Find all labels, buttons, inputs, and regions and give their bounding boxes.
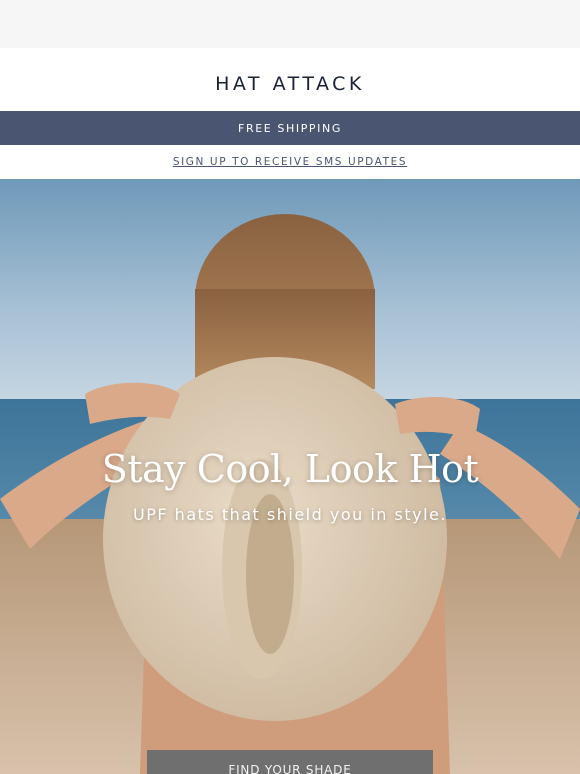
brand-logo[interactable]: HAT ATTACK bbox=[215, 65, 365, 95]
hero-subtitle: UPF hats that shield you in style. bbox=[133, 505, 447, 524]
hero-section[interactable]: Stay Cool, Look Hot UPF hats that shield… bbox=[0, 179, 580, 774]
free-shipping-banner: FREE SHIPPING bbox=[0, 111, 580, 145]
sms-signup-link[interactable]: SIGN UP TO RECEIVE SMS UPDATES bbox=[173, 156, 407, 168]
find-your-shade-button[interactable]: FIND YOUR SHADE bbox=[147, 750, 433, 774]
hero-title: Stay Cool, Look Hot bbox=[101, 447, 479, 491]
top-spacer bbox=[0, 0, 580, 48]
sms-signup-bar: SIGN UP TO RECEIVE SMS UPDATES bbox=[0, 145, 580, 179]
email-header: HAT ATTACK bbox=[0, 48, 580, 111]
free-shipping-text: FREE SHIPPING bbox=[238, 121, 342, 135]
